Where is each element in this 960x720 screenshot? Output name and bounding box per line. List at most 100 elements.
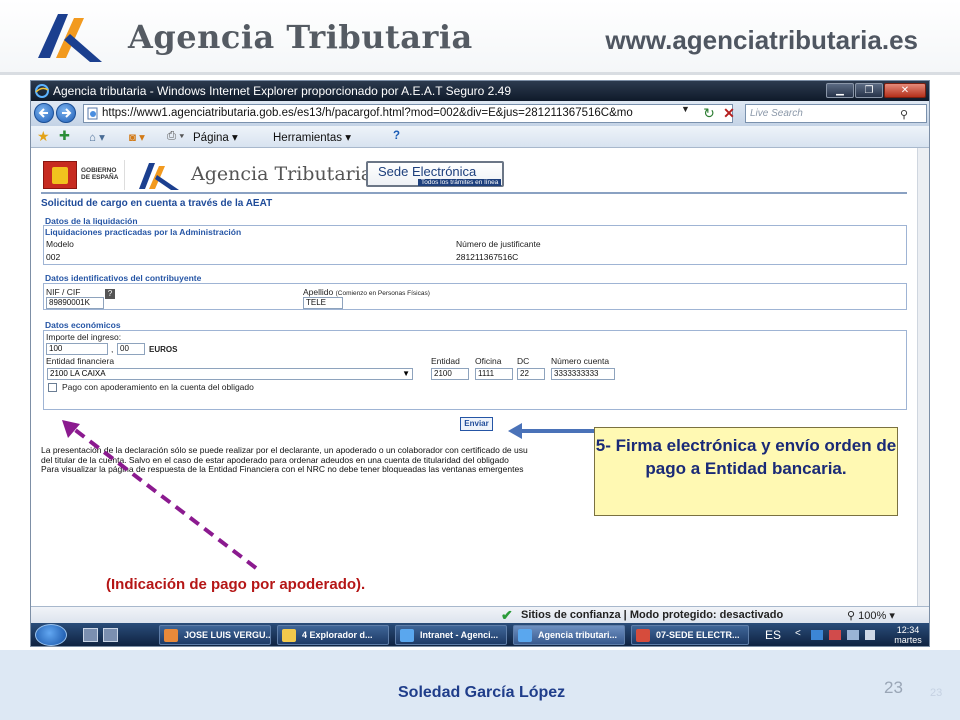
apoderamiento-checkbox[interactable]: [48, 383, 57, 392]
modelo-label: Modelo: [46, 239, 74, 249]
favorites-star-icon[interactable]: ★: [37, 128, 50, 145]
vertical-scrollbar[interactable]: [917, 148, 929, 606]
home-icon[interactable]: ⌂ ▾: [89, 130, 105, 144]
col-oficina-label: Oficina: [475, 356, 502, 366]
task-explorador[interactable]: 4 Explorador d...: [277, 625, 389, 645]
arrow-right-icon: [62, 108, 72, 118]
start-button[interactable]: [35, 624, 67, 646]
close-button[interactable]: ✕: [884, 83, 926, 98]
entidad-code-input[interactable]: 2100: [431, 368, 469, 380]
pointer-arrow-left-icon: [508, 423, 598, 439]
status-bar: ✔ Sitios de confianza | Modo protegido: …: [31, 606, 929, 623]
search-icon[interactable]: ⚲: [900, 107, 908, 124]
cuenta-number-input[interactable]: 3333333333: [551, 368, 615, 380]
zoom-icon: ⚲: [847, 610, 856, 622]
address-dropdown-icon[interactable]: ▼: [681, 104, 690, 114]
callout-text: 5- Firma electrónica y envío orden de pa…: [595, 436, 897, 478]
entidad-select[interactable]: 2100 LA CAIXA ▼: [47, 368, 413, 380]
maximize-button[interactable]: ❐: [855, 83, 883, 98]
show-desktop-icon[interactable]: [83, 628, 98, 642]
currency-label: EUROS: [149, 345, 178, 354]
importe-label: Importe del ingreso:: [46, 332, 122, 342]
col-dc-label: DC: [517, 356, 530, 366]
arrow-left-icon: [38, 108, 48, 118]
page-menu[interactable]: Página ▾: [193, 130, 238, 144]
security-zone-status: Sitios de confianza | Modo protegido: de…: [521, 609, 784, 621]
address-bar[interactable]: https://www1.agenciatributaria.gob.es/es…: [83, 104, 733, 123]
col-cuenta-label: Número cuenta: [551, 356, 610, 366]
header-divider: [0, 72, 960, 75]
taskbar-clock[interactable]: 12:34 martes: [889, 625, 927, 645]
help-menu[interactable]: ?: [393, 130, 400, 142]
section-contribuyente-title: Datos identificativos del contribuyente: [45, 273, 202, 283]
dashed-arrow-icon: [62, 420, 258, 570]
oficina-code-input[interactable]: 1111: [475, 368, 513, 380]
justificante-label: Número de justificante: [456, 239, 541, 249]
search-input[interactable]: Live Search ⚲: [745, 104, 927, 123]
task-intranet[interactable]: Intranet - Agenci...: [395, 625, 507, 645]
system-tray-icons[interactable]: [809, 628, 879, 642]
slide-number-ghost: 23: [930, 687, 943, 699]
task-agencia-tributaria[interactable]: Agencia tributari...: [513, 625, 625, 645]
apellido-label: Apellido (Comienzo en Personas Físicas): [303, 287, 430, 297]
aeat-logo-icon: [139, 163, 179, 190]
zoom-level[interactable]: ⚲ 100% ▾: [847, 609, 895, 622]
enviar-button[interactable]: Enviar: [460, 417, 493, 431]
liquidaciones-subtitle: Liquidaciones practicadas por la Adminis…: [45, 227, 242, 237]
command-bar: ★ ✚ ⌂ ▾ ◙ ▾ ⎙ ▾ Página ▾ Herramientas ▾ …: [31, 126, 929, 148]
banner-title: Agencia Tributaria: [191, 163, 373, 185]
entidad-selected-value: 2100 LA CAIXA: [50, 369, 106, 378]
importe-entero-input[interactable]: 100: [46, 343, 108, 355]
modelo-value: 002: [46, 252, 61, 262]
col-entidad-label: Entidad: [431, 356, 460, 366]
contribuyente-panel: [43, 283, 907, 310]
sede-subtitle: Todos los trámites en línea: [418, 179, 502, 186]
nif-label: NIF / CIF: [46, 287, 81, 297]
task-jose-luis[interactable]: JOSE LUIS VERGU...: [159, 625, 271, 645]
search-placeholder: Live Search: [750, 108, 803, 119]
language-indicator[interactable]: ES: [765, 628, 781, 642]
navigation-bar: https://www1.agenciatributaria.gob.es/es…: [31, 101, 929, 126]
feeds-icon[interactable]: ◙ ▾: [129, 130, 145, 144]
banner-divider: [41, 192, 907, 194]
tools-menu[interactable]: Herramientas ▾: [273, 130, 351, 144]
back-button[interactable]: [34, 103, 54, 123]
forward-button[interactable]: [56, 103, 76, 123]
minimize-button[interactable]: ▁: [826, 83, 854, 98]
apellido-input[interactable]: TELE: [303, 297, 343, 309]
ie-icon: [35, 84, 49, 98]
justificante-value: 281211367516C: [456, 252, 519, 262]
help-question-icon[interactable]: ?: [105, 289, 115, 299]
slide-number: 23: [884, 678, 903, 697]
apoderamiento-label: Pago con apoderamiento en la cuenta del …: [62, 382, 254, 392]
tray-expand-icon[interactable]: <: [795, 628, 801, 639]
government-label: GOBIERNO DE ESPAÑA: [81, 167, 119, 181]
apoderado-annotation: (Indicación de pago por apoderado).: [106, 576, 366, 593]
switch-windows-icon[interactable]: [103, 628, 118, 642]
aeat-banner: GOBIERNO DE ESPAÑA Agencia Tributaria Se…: [41, 160, 504, 192]
address-url: https://www1.agenciatributaria.gob.es/es…: [102, 107, 633, 119]
nif-input[interactable]: 89890001K: [46, 297, 104, 309]
page-title: Solicitud de cargo en cuenta a través de…: [41, 198, 273, 209]
sede-title: Sede Electrónica: [378, 164, 477, 179]
decimal-separator: ,: [111, 344, 114, 354]
checkmark-icon: ✔: [501, 607, 513, 623]
refresh-icon[interactable]: ↻: [701, 106, 717, 122]
task-sede-electronica[interactable]: 07-SEDE ELECTR...: [631, 625, 749, 645]
page-icon: [87, 107, 98, 120]
stop-icon[interactable]: ✕: [721, 106, 737, 122]
dc-code-input[interactable]: 22: [517, 368, 545, 380]
add-favorite-icon[interactable]: ✚: [59, 128, 70, 144]
chevron-down-icon: ▼: [402, 369, 410, 378]
sede-electronica-link[interactable]: Sede Electrónica Todos los trámites en l…: [366, 161, 504, 187]
website-url: www.agenciatributaria.es: [605, 25, 918, 55]
windows-taskbar: JOSE LUIS VERGU... 4 Explorador d... Int…: [31, 623, 929, 646]
importe-decimal-input[interactable]: 00: [117, 343, 145, 355]
window-titlebar: Agencia tributaria - Windows Internet Ex…: [31, 81, 929, 101]
logo-title: Agencia Tributaria: [128, 18, 473, 56]
coat-of-arms-icon: [43, 161, 77, 189]
print-icon[interactable]: ⎙ ▾: [167, 130, 184, 143]
aeat-logo-icon: [38, 14, 102, 62]
window-title: Agencia tributaria - Windows Internet Ex…: [53, 84, 512, 98]
entidad-financiera-label: Entidad financiera: [46, 356, 115, 366]
